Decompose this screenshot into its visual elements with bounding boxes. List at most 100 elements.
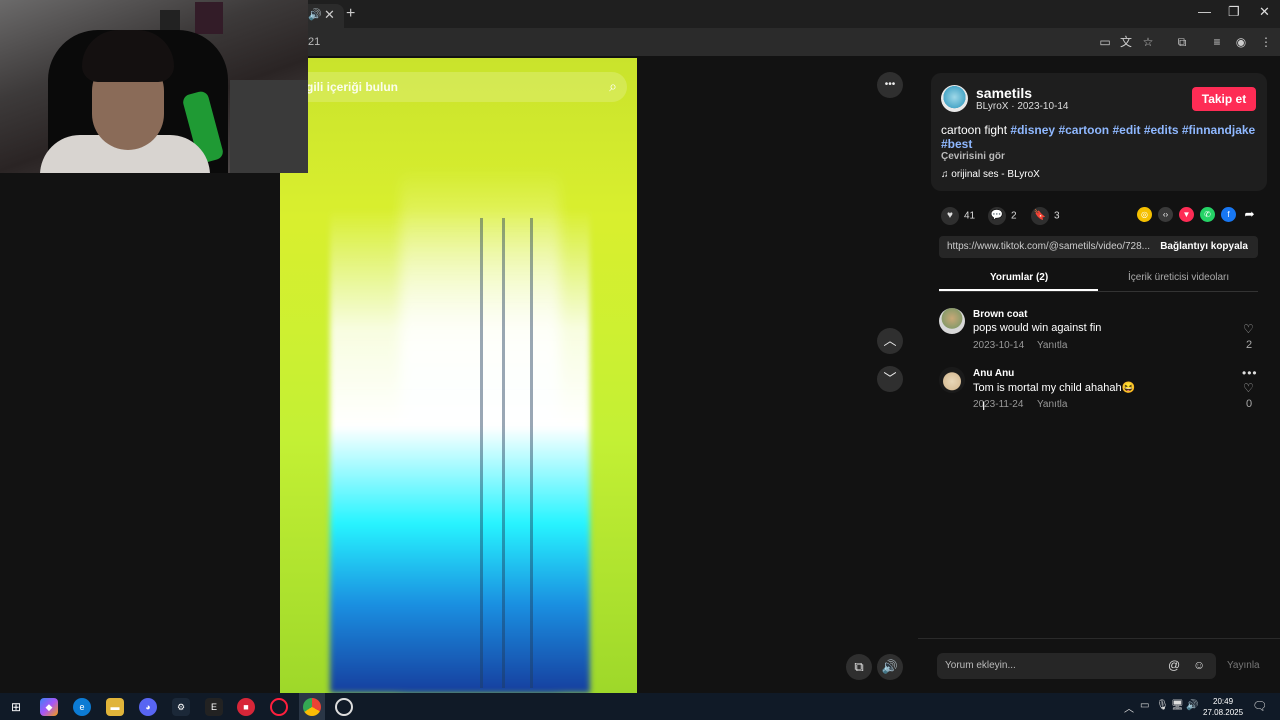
webcam-poster xyxy=(195,2,223,34)
author-subline: BLyroX · 2023-10-14 xyxy=(976,101,1068,112)
active-tab-indicator xyxy=(939,289,1098,291)
bookmark-star-icon[interactable]: ☆ xyxy=(1140,34,1156,50)
microphone-icon[interactable]: 🎙 xyxy=(1156,700,1169,711)
network-icon[interactable]: 🖥 xyxy=(1171,700,1184,711)
facebook-icon[interactable]: f xyxy=(1221,207,1236,222)
hashtag-link[interactable]: #edit xyxy=(1112,123,1140,137)
opera-icon[interactable] xyxy=(270,698,288,716)
music-link[interactable]: ♫ orijinal ses - BLyroX xyxy=(941,169,1040,180)
translate-icon[interactable]: 文 xyxy=(1118,34,1134,50)
author-username[interactable]: sametils xyxy=(976,85,1032,101)
comment-avatar[interactable] xyxy=(939,367,965,393)
see-translation-link[interactable]: Çevirisini gör xyxy=(941,151,1005,162)
tab-audio-icon[interactable]: 🔊 xyxy=(308,8,322,21)
obs-icon[interactable] xyxy=(335,698,353,716)
chevron-down-icon[interactable]: ﹀ xyxy=(877,366,903,392)
bookmark-icon[interactable]: 🔖 xyxy=(1031,207,1049,225)
more-options-button[interactable]: ••• xyxy=(877,72,903,98)
search-input[interactable]: gili içeriği bulun xyxy=(306,80,398,94)
search-icon[interactable]: ⌕ xyxy=(609,78,617,95)
video-frame-streak xyxy=(502,218,505,688)
video-url[interactable]: https://www.tiktok.com/@sametils/video/7… xyxy=(947,241,1152,252)
epic-games-icon[interactable]: E xyxy=(205,698,223,716)
volume-icon[interactable]: 🔊 xyxy=(877,654,903,680)
new-tab-button[interactable]: + xyxy=(346,5,355,23)
tray-device-icon[interactable]: ▭ xyxy=(1140,700,1149,711)
menu-icon[interactable]: ⋮ xyxy=(1258,34,1274,50)
webcam-background xyxy=(230,80,308,173)
chevron-up-icon[interactable]: ︿ xyxy=(877,328,903,354)
file-explorer-icon[interactable]: ▬ xyxy=(106,698,124,716)
coin-share-icon[interactable]: ◎ xyxy=(1137,207,1152,222)
tab-close-icon[interactable]: ✕ xyxy=(324,7,335,23)
copy-link-button[interactable]: Bağlantıyı kopyala xyxy=(1160,241,1248,252)
reply-button[interactable]: Yanıtla xyxy=(1037,340,1067,351)
hashtag-link[interactable]: #cartoon xyxy=(1058,123,1109,137)
post-comment-button[interactable]: Yayınla xyxy=(1227,660,1260,671)
hashtag-link[interactable]: #best xyxy=(941,137,972,151)
like-count: 41 xyxy=(964,210,976,222)
comment-author[interactable]: Brown coat xyxy=(973,309,1027,320)
mention-icon[interactable]: @ xyxy=(1168,658,1180,672)
comment-like-icon[interactable]: ♡ xyxy=(1243,322,1254,336)
picture-in-picture-icon[interactable]: ⧉ xyxy=(846,654,872,680)
tab-creator-videos[interactable]: İçerik üreticisi videoları xyxy=(1128,272,1229,283)
whatsapp-icon[interactable]: ✆ xyxy=(1200,207,1215,222)
caption-text: cartoon fight xyxy=(941,123,1008,137)
post-caption: cartoon fight #disney #cartoon #edit #ed… xyxy=(941,123,1261,151)
comment-like-icon[interactable]: ♡ xyxy=(1243,381,1254,395)
hashtag-link[interactable]: #edits xyxy=(1144,123,1179,137)
clock-time: 20:49 xyxy=(1213,697,1234,706)
comment-icon[interactable]: 💬 xyxy=(988,207,1006,225)
save-stat[interactable]: 🔖 3 xyxy=(1031,207,1060,225)
cast-icon[interactable]: ▭ xyxy=(1097,34,1113,50)
address-text[interactable]: 21 xyxy=(308,36,320,48)
restore-button[interactable]: ❐ xyxy=(1228,4,1240,20)
media-controls-icon[interactable]: ≡ xyxy=(1209,34,1225,50)
tray-chevron-icon[interactable]: ︿ xyxy=(1124,700,1134,715)
post-date: 2023-10-14 xyxy=(1017,101,1069,112)
comment-author[interactable]: Anu Anu xyxy=(973,368,1014,379)
extensions-icon[interactable]: ⧉ xyxy=(1174,34,1190,50)
profile-icon[interactable]: ◉ xyxy=(1233,34,1249,50)
discord-icon[interactable]: ◕ xyxy=(139,698,157,716)
webcam-person-hair xyxy=(82,30,174,82)
embed-icon[interactable]: ‹› xyxy=(1158,207,1173,222)
heart-icon[interactable]: ♥ xyxy=(941,207,959,225)
music-title[interactable]: orijinal ses - BLyroX xyxy=(951,169,1040,180)
hashtag-link[interactable]: #disney xyxy=(1010,123,1055,137)
author-avatar[interactable] xyxy=(941,85,968,112)
close-window-button[interactable]: ✕ xyxy=(1259,4,1270,20)
chrome-icon[interactable] xyxy=(303,698,321,716)
windows-start-icon[interactable]: ⊞ xyxy=(7,698,25,716)
video-frame-streak xyxy=(480,218,483,688)
notifications-icon[interactable]: 🗨 xyxy=(1252,699,1267,713)
system-clock[interactable]: 20:49 27.08.2025 xyxy=(1203,696,1243,718)
speaker-icon[interactable]: 🔊 xyxy=(1186,700,1198,711)
tab-comments[interactable]: Yorumlar (2) xyxy=(990,272,1048,283)
hashtag-link[interactable]: #finnandjake xyxy=(1182,123,1255,137)
comment-date: 2023-10-14 xyxy=(973,340,1025,351)
follow-button[interactable]: Takip et xyxy=(1192,87,1256,111)
reply-button[interactable]: Yanıtla xyxy=(1037,399,1067,410)
copilot-icon[interactable]: ◆ xyxy=(40,698,58,716)
edge-icon[interactable]: e xyxy=(73,698,91,716)
search-bar[interactable]: gili içeriği bulun ⌕ xyxy=(292,72,627,102)
minimize-button[interactable]: — xyxy=(1198,4,1211,19)
comment-more-icon[interactable]: ••• xyxy=(1242,366,1258,380)
send-share-icon[interactable]: ▼ xyxy=(1179,207,1194,222)
emoji-icon[interactable]: ☺ xyxy=(1193,658,1205,672)
video-player[interactable] xyxy=(280,58,637,693)
clock-date: 27.08.2025 xyxy=(1203,708,1244,717)
comment-input[interactable]: Yorum ekleyin... xyxy=(945,660,1016,671)
steam-icon[interactable]: ⚙ xyxy=(172,698,190,716)
like-stat[interactable]: ♥ 41 xyxy=(941,207,975,225)
app-red-icon[interactable]: ■ xyxy=(237,698,255,716)
author-display-name[interactable]: BLyroX xyxy=(976,101,1008,112)
text-cursor-icon: I xyxy=(982,399,986,413)
share-arrow-icon[interactable]: ➦ xyxy=(1242,207,1257,222)
comment-text: Tom is mortal my child ahahah😆 xyxy=(973,382,1136,394)
comment-stat[interactable]: 💬 2 xyxy=(988,207,1017,225)
comment-avatar[interactable] xyxy=(939,308,965,334)
comment-field[interactable]: Yorum ekleyin... @ ☺ xyxy=(937,653,1216,679)
